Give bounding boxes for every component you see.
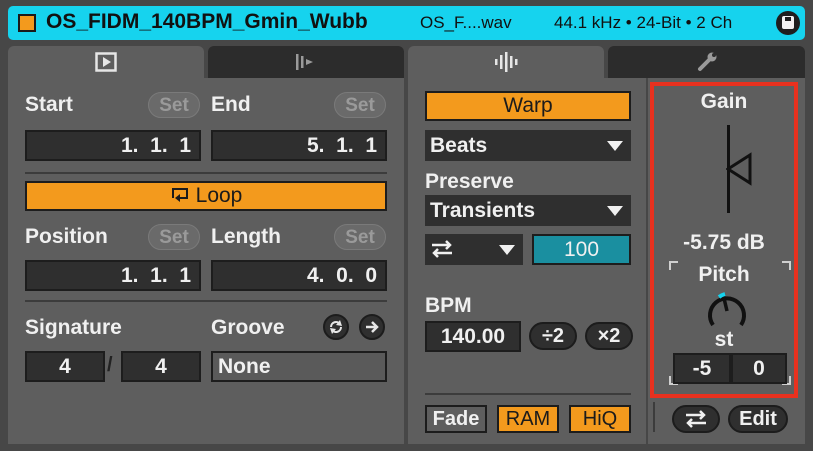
position-field[interactable]: 1. 1. 1 (25, 260, 201, 291)
transpose-semitones-field[interactable]: -5 (673, 353, 731, 384)
arrow-right-icon (366, 321, 379, 333)
envelope-icon (296, 54, 313, 70)
groove-hotswap-button[interactable] (323, 314, 349, 340)
divider (653, 402, 655, 432)
signature-denominator-field[interactable]: 4 (121, 351, 201, 382)
signature-separator: / (107, 354, 113, 376)
save-disk-icon[interactable] (776, 11, 800, 35)
sample-file-name: OS_F....wav (420, 13, 512, 32)
tab-settings[interactable] (608, 46, 805, 78)
start-set-button[interactable]: Set (148, 92, 200, 118)
loop-label: Loop (195, 184, 243, 207)
clip-name[interactable]: OS_FIDM_140BPM_Gmin_Wubb (46, 10, 412, 34)
preserve-value: Transients (430, 199, 536, 222)
half-tempo-button[interactable]: ÷2 (529, 322, 577, 350)
loop-button[interactable]: Loop (25, 181, 387, 211)
groove-selector[interactable]: None (211, 351, 387, 382)
sample-file-info: 44.1 kHz • 24-Bit • 2 Ch (554, 13, 733, 32)
preserve-dropdown[interactable]: Transients (425, 195, 631, 226)
ram-toggle[interactable]: RAM (497, 405, 559, 433)
loop-mode-icon (432, 240, 452, 258)
swap-arrows-icon (686, 410, 706, 428)
tab-sample[interactable] (408, 46, 604, 78)
divider (425, 393, 631, 395)
end-field[interactable]: 5. 1. 1 (211, 130, 387, 161)
waveform-icon (495, 52, 518, 72)
length-label: Length (211, 225, 281, 248)
signature-numerator-field[interactable]: 4 (25, 351, 105, 382)
bpm-label: BPM (425, 294, 472, 317)
length-field[interactable]: 4. 0. 0 (211, 260, 387, 291)
play-square-icon (95, 52, 117, 72)
loop-icon (171, 188, 188, 202)
warp-mode-value: Beats (430, 134, 488, 157)
position-label: Position (25, 225, 108, 248)
transient-loop-mode-dropdown[interactable] (425, 234, 523, 265)
refresh-icon (330, 320, 342, 334)
preserve-label: Preserve (425, 170, 514, 193)
end-label: End (211, 93, 251, 116)
double-tempo-button[interactable]: ×2 (585, 322, 633, 350)
semitone-unit-label: st (714, 328, 734, 351)
groove-label: Groove (211, 316, 285, 339)
signature-label: Signature (25, 316, 122, 339)
bpm-field[interactable]: 140.00 (425, 321, 521, 352)
edit-button[interactable]: Edit (728, 405, 788, 433)
chevron-down-icon (607, 206, 623, 216)
start-label: Start (25, 93, 73, 116)
divider (25, 300, 387, 302)
wrench-icon (697, 52, 716, 71)
chevron-down-icon (499, 245, 515, 255)
divider (25, 172, 387, 174)
swap-button[interactable] (672, 405, 720, 433)
fade-toggle[interactable]: Fade (425, 405, 487, 433)
groove-open-button[interactable] (359, 314, 385, 340)
gain-slider-handle-icon (726, 152, 752, 186)
start-field[interactable]: 1. 1. 1 (25, 130, 201, 161)
transient-envelope-field[interactable]: 100 (532, 234, 631, 265)
gain-value[interactable]: -5.75 dB (650, 231, 798, 255)
end-set-button[interactable]: Set (334, 92, 386, 118)
clip-color-swatch[interactable] (18, 14, 36, 32)
position-set-button[interactable]: Set (148, 224, 200, 250)
length-set-button[interactable]: Set (334, 224, 386, 250)
detune-cents-field[interactable]: 0 (731, 353, 787, 384)
gain-slider[interactable] (712, 125, 752, 215)
tab-clip[interactable] (8, 46, 204, 78)
warp-button[interactable]: Warp (425, 91, 631, 121)
gain-label: Gain (700, 90, 748, 113)
pitch-knob[interactable] (705, 289, 749, 331)
clip-title-bar[interactable]: OS_FIDM_140BPM_Gmin_Wubb OS_F....wav 44.… (8, 6, 805, 40)
chevron-down-icon (607, 141, 623, 151)
tab-envelopes[interactable] (208, 46, 404, 78)
hiq-toggle[interactable]: HiQ (569, 405, 631, 433)
warp-mode-dropdown[interactable]: Beats (425, 130, 631, 161)
pitch-label: Pitch (698, 263, 750, 286)
